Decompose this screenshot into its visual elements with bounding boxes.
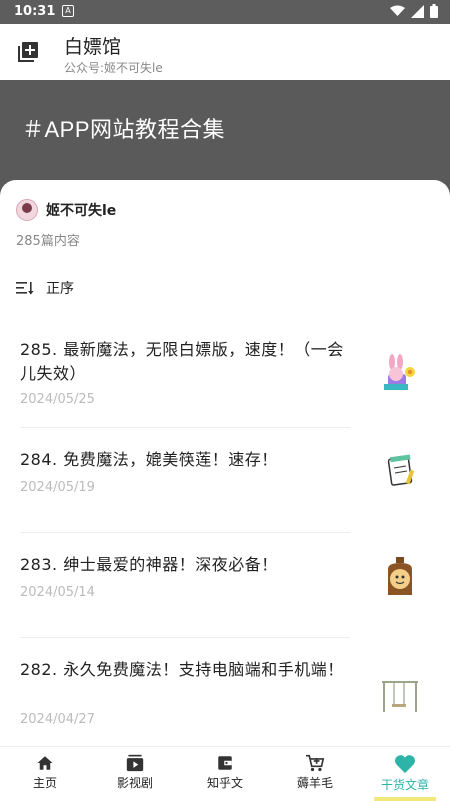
tab-label: 薅羊毛 xyxy=(296,776,333,790)
tab-articles[interactable]: 干货文章 xyxy=(360,747,450,801)
article-title: 283. 绅士最爱的神器！深夜必备！ xyxy=(20,555,278,574)
article-title: 282. 永久免费魔法！支持电脑端和手机端！ xyxy=(20,660,344,679)
article-list: 285. 最新魔法，无限白嫖版，速度！（一会儿失效） 2024/05/25 28… xyxy=(0,318,450,746)
collection-banner: ＃APP网站教程合集 xyxy=(0,80,450,190)
signal-icon xyxy=(411,4,424,18)
home-icon xyxy=(37,756,53,770)
cart-icon xyxy=(306,754,325,772)
list-item[interactable]: 283. 绅士最爱的神器！深夜必备！ 2024/05/14 xyxy=(0,533,450,638)
bottle-icon xyxy=(388,557,412,595)
video-icon xyxy=(126,754,144,772)
bunny-flower-icon xyxy=(384,354,415,390)
article-title: 285. 最新魔法，无限白嫖版，速度！（一会儿失效） xyxy=(20,340,344,383)
article-date: 2024/05/25 xyxy=(20,392,95,407)
tab-label: 影视剧 xyxy=(116,776,153,790)
collection-sheet: 姬不可失le 285篇内容 正序 285. 最新魔法，无限白嫖版，速度！（一会儿… xyxy=(0,180,450,746)
page-title: 白嫖馆 xyxy=(64,36,122,58)
sort-button[interactable]: 正序 xyxy=(16,278,74,298)
status-time: 10:31 xyxy=(14,4,56,19)
active-tab-indicator xyxy=(374,797,436,801)
tab-deals[interactable]: 薅羊毛 xyxy=(270,747,360,801)
list-item[interactable]: 285. 最新魔法，无限白嫖版，速度！（一会儿失效） 2024/05/25 xyxy=(0,318,450,428)
article-date: 2024/05/19 xyxy=(20,480,95,495)
article-title: 284. 免费魔法，媲美筷莲！速存！ xyxy=(20,450,278,469)
page-subtitle: 公众号:姬不可失le xyxy=(64,61,163,75)
article-date: 2024/04/27 xyxy=(20,712,95,727)
add-library-icon[interactable] xyxy=(16,40,40,64)
author-name: 姬不可失le xyxy=(46,203,117,219)
tab-video[interactable]: 影视剧 xyxy=(90,747,180,801)
tab-label: 知乎文 xyxy=(206,776,243,790)
tab-zhihu[interactable]: 知乎文 xyxy=(180,747,270,801)
heart-icon xyxy=(395,755,415,774)
article-date: 2024/05/14 xyxy=(20,585,95,600)
swing-icon xyxy=(382,681,418,712)
notebook-icon xyxy=(387,454,415,486)
battery-icon xyxy=(430,4,438,18)
list-item[interactable]: 282. 永久免费魔法！支持电脑端和手机端！ 2024/04/27 xyxy=(0,638,450,746)
bottom-tab-bar: 主页 影视剧 知乎文 薅羊毛 干货文章 xyxy=(0,746,450,801)
collection-title: ＃APP网站教程合集 xyxy=(22,117,226,142)
status-bar: 10:31 A xyxy=(0,0,450,24)
tab-label: 干货文章 xyxy=(380,778,429,792)
app-bar: 白嫖馆 公众号:姬不可失le xyxy=(0,24,450,80)
wallet-icon xyxy=(218,756,232,770)
tab-home[interactable]: 主页 xyxy=(0,747,90,801)
list-item[interactable]: 284. 免费魔法，媲美筷莲！速存！ 2024/05/19 xyxy=(0,428,450,533)
sort-order-icon xyxy=(16,282,34,295)
tab-label: 主页 xyxy=(32,776,57,790)
article-count: 285篇内容 xyxy=(16,234,80,249)
sort-label: 正序 xyxy=(46,281,74,297)
status-icons xyxy=(390,4,438,18)
wifi-icon xyxy=(390,5,405,16)
author-row[interactable]: 姬不可失le xyxy=(16,199,116,221)
app-notification-icon: A xyxy=(62,5,74,17)
avatar xyxy=(16,199,38,221)
